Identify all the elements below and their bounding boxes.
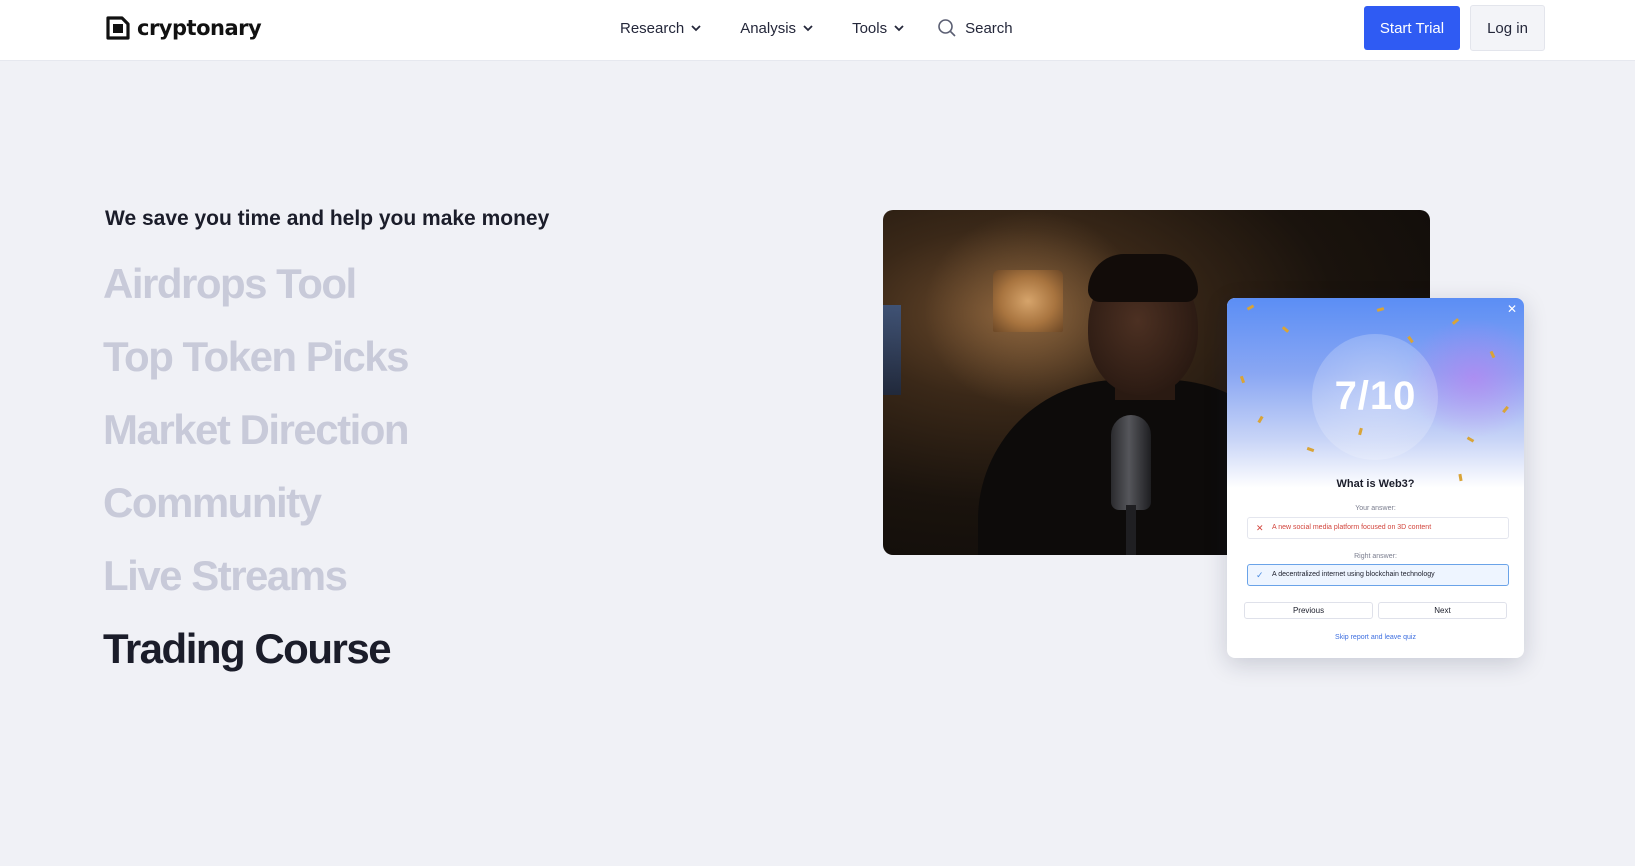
feature-airdrops-tool[interactable]: Airdrops Tool — [103, 256, 408, 329]
search-button[interactable]: Search — [937, 18, 1013, 38]
search-icon — [938, 19, 956, 37]
logo-icon — [106, 16, 130, 40]
search-label: Search — [965, 19, 1013, 37]
cryptonary-logo[interactable]: cryptonary — [105, 14, 262, 42]
nav-analysis-label: Analysis — [740, 19, 797, 37]
nav-research-label: Research — [620, 19, 685, 37]
quiz-result-card: ✕ 7/10 What is Web3? Your answer: ✕ A ne… — [1227, 298, 1524, 658]
feature-market-direction[interactable]: Market Direction — [103, 402, 410, 475]
chevron-down-icon — [894, 25, 904, 32]
feature-list: Airdrops Tool Top Token Picks Market Dir… — [103, 256, 410, 694]
nav-analysis[interactable]: Analysis — [740, 20, 814, 37]
chevron-down-icon — [691, 25, 701, 32]
close-icon[interactable]: ✕ — [1505, 302, 1519, 316]
right-answer-text: A decentralized internet using blockchai… — [1272, 571, 1435, 578]
microphone-stand — [1126, 505, 1136, 555]
previous-button[interactable]: Previous — [1244, 602, 1373, 619]
nav-research[interactable]: Research — [620, 20, 702, 37]
background-shelf — [883, 305, 901, 395]
hero-tagline: We save you time and help you make money — [105, 207, 550, 230]
quiz-question: What is Web3? — [1336, 478, 1415, 490]
your-answer: ✕ A new social media platform focused on… — [1247, 517, 1509, 539]
main-nav: Research Analysis Tools Search — [620, 0, 1013, 56]
chevron-down-icon — [803, 25, 813, 32]
microphone-icon — [1111, 415, 1151, 510]
quiz-score: 7/10 — [1334, 374, 1417, 418]
check-icon: ✓ — [1256, 570, 1264, 580]
presenter-hair — [1088, 254, 1198, 302]
your-answer-label: Your answer: — [1355, 505, 1396, 512]
start-trial-button[interactable]: Start Trial — [1364, 6, 1460, 50]
cross-icon: ✕ — [1256, 523, 1264, 533]
feature-live-streams[interactable]: Live Streams — [103, 548, 408, 621]
nav-tools-label: Tools — [852, 19, 888, 37]
skip-quiz-link[interactable]: Skip report and leave quiz — [1227, 634, 1524, 641]
logo-text: cryptonary — [137, 16, 262, 40]
feature-top-token-picks[interactable]: Top Token Picks — [103, 329, 410, 402]
site-header: cryptonary Research Analysis Tools Searc… — [0, 0, 1635, 61]
your-answer-text: A new social media platform focused on 3… — [1272, 524, 1432, 531]
feature-trading-course[interactable]: Trading Course — [103, 621, 408, 694]
right-answer: ✓ A decentralized internet using blockch… — [1247, 564, 1509, 586]
login-button[interactable]: Log in — [1470, 5, 1545, 51]
next-button[interactable]: Next — [1378, 602, 1507, 619]
right-answer-label: Right answer: — [1354, 553, 1397, 560]
lamp-shade — [993, 270, 1063, 332]
nav-tools[interactable]: Tools — [852, 20, 905, 37]
feature-community[interactable]: Community — [103, 475, 408, 548]
